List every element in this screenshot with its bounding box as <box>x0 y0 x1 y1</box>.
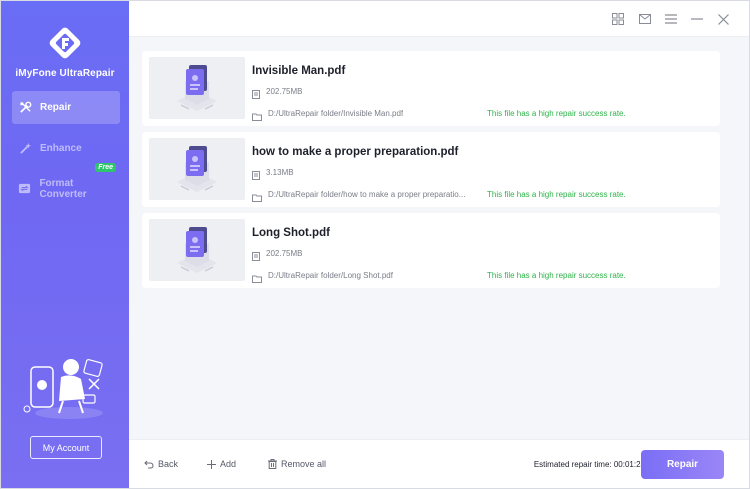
sidebar-item-repair[interactable]: Repair <box>12 91 120 124</box>
folder-icon <box>252 189 262 207</box>
title-bar <box>129 1 749 37</box>
app-logo-icon <box>45 23 85 63</box>
converter-icon <box>18 182 31 196</box>
mail-icon[interactable] <box>638 12 652 26</box>
file-card[interactable]: Long Shot.pdf 202.75MB D:/UltraRepair fo… <box>142 213 720 288</box>
file-size-icon <box>252 86 260 104</box>
free-badge: Free <box>95 163 116 172</box>
file-size: 3.13MB <box>266 168 294 177</box>
file-name: how to make a proper preparation.pdf <box>252 146 459 158</box>
file-status: This file has a high repair success rate… <box>487 271 626 280</box>
sidebar-item-label: Format Converter <box>39 177 87 200</box>
add-label: Add <box>220 459 237 469</box>
back-button[interactable]: Back <box>144 459 178 469</box>
repair-button[interactable]: Repair <box>641 450 724 479</box>
file-status: This file has a high repair success rate… <box>487 190 626 199</box>
folder-icon <box>252 108 262 126</box>
file-card[interactable]: how to make a proper preparation.pdf 3.1… <box>142 132 720 207</box>
pdf-thumbnail <box>149 138 245 200</box>
minimize-icon[interactable] <box>690 12 704 26</box>
remove-all-label: Remove all <box>281 459 327 469</box>
menu-icon[interactable] <box>664 12 678 26</box>
footer-bar: Back Add Remove all Estimated repair tim… <box>129 439 749 488</box>
grid-apps-icon[interactable] <box>611 12 625 26</box>
pdf-thumbnail <box>149 57 245 119</box>
sidebar-item-label: Repair <box>40 102 72 113</box>
file-name: Long Shot.pdf <box>252 227 330 239</box>
folder-icon <box>252 270 262 288</box>
file-status: This file has a high repair success rate… <box>487 109 626 118</box>
magic-wand-icon <box>18 142 32 156</box>
main-panel: Invisible Man.pdf 202.75MB D:/UltraRepai… <box>129 1 749 488</box>
file-size-icon <box>252 248 260 266</box>
file-size: 202.75MB <box>266 87 303 96</box>
repair-tools-icon <box>18 101 32 115</box>
plus-icon <box>207 459 216 469</box>
sidebar-item-format-converter[interactable]: Format Converter Free <box>12 163 120 205</box>
my-account-button[interactable]: My Account <box>30 436 102 459</box>
estimated-repair-time: Estimated repair time: 00:01:23 <box>533 460 645 469</box>
file-size: 202.75MB <box>266 249 303 258</box>
file-card[interactable]: Invisible Man.pdf 202.75MB D:/UltraRepai… <box>142 51 720 126</box>
file-path: D:/UltraRepair folder/how to make a prop… <box>268 190 466 199</box>
pdf-thumbnail <box>149 219 245 281</box>
app-window: iMyFone UltraRepair Repair Enhance Forma… <box>0 0 750 489</box>
file-path: D:/UltraRepair folder/Invisible Man.pdf <box>268 109 404 118</box>
file-name: Invisible Man.pdf <box>252 65 346 77</box>
file-size-icon <box>252 167 260 185</box>
sidebar-item-label: Enhance <box>40 143 82 154</box>
file-path: D:/UltraRepair folder/Long Shot.pdf <box>268 271 393 280</box>
undo-arrow-icon <box>144 460 154 469</box>
brand-name: iMyFone UltraRepair <box>15 68 115 79</box>
sidebar: iMyFone UltraRepair Repair Enhance Forma… <box>1 1 129 488</box>
remove-all-button[interactable]: Remove all <box>268 459 326 469</box>
sidebar-item-enhance[interactable]: Enhance <box>12 132 120 165</box>
trash-icon <box>268 459 277 469</box>
back-label: Back <box>158 459 179 469</box>
account-illustration <box>19 353 113 423</box>
close-icon[interactable] <box>716 12 730 26</box>
add-button[interactable]: Add <box>207 459 236 469</box>
